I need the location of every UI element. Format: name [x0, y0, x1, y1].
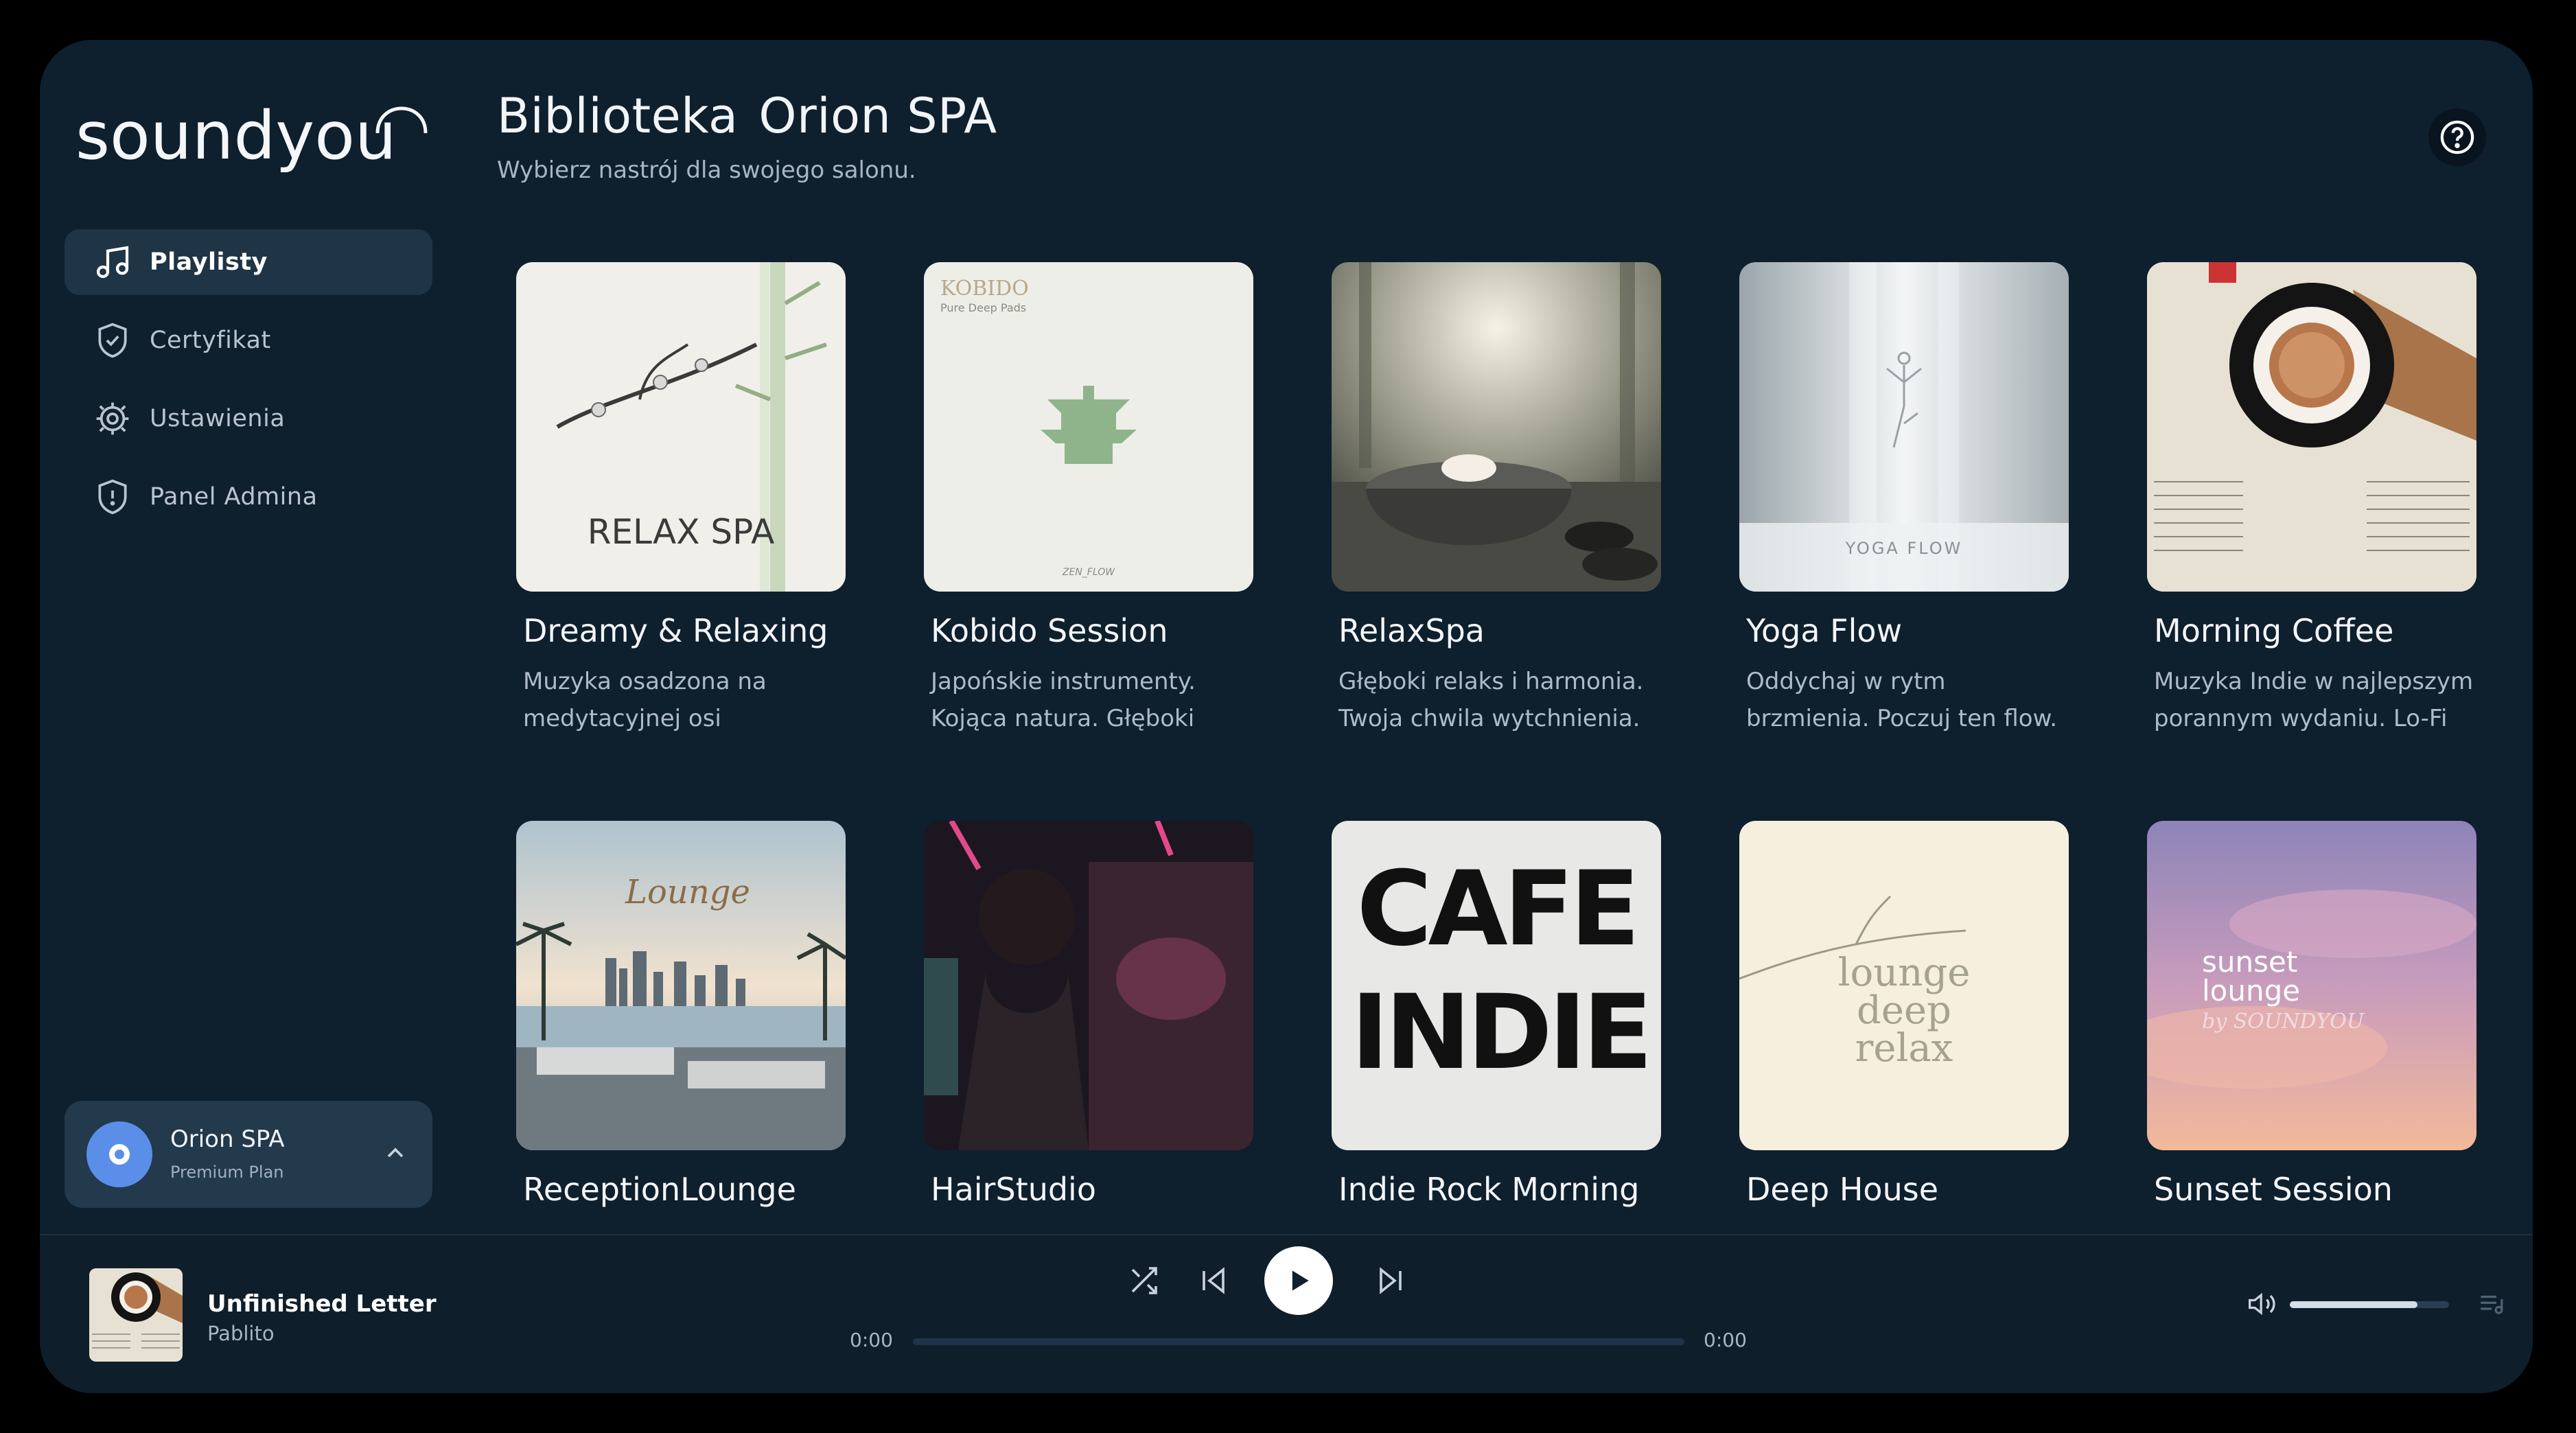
- previous-button[interactable]: [1192, 1259, 1235, 1303]
- cover-text: YOGA FLOW: [1845, 539, 1963, 558]
- playlist-title: Yoga Flow: [1746, 612, 1903, 649]
- playlist-title: Indie Rock Morning: [1338, 1171, 1640, 1208]
- playlist-cover: [924, 821, 1253, 1150]
- volume-fill: [2290, 1301, 2417, 1308]
- playlist-description: Muzyka osadzona na medytacyjnej osi: [523, 668, 767, 732]
- playlist-title: Kobido Session: [931, 612, 1168, 649]
- time-total: 0:00: [1704, 1329, 1747, 1351]
- playlist-cover: KOBIDO Pure Deep Pads ZEN_FLOW: [924, 262, 1253, 592]
- now-playing-title: Unfinished Letter: [207, 1290, 437, 1318]
- skip-back-icon: [1203, 1267, 1225, 1294]
- cover-subtext: Pure Deep Pads: [940, 301, 1026, 314]
- cover-text: by SOUNDYOU: [2202, 1010, 2365, 1034]
- cover-text: INDIE: [1351, 973, 1649, 1093]
- progress-bar[interactable]: [913, 1338, 1684, 1345]
- playlist-description: Japońskie instrumenty. Kojąca natura. Gł…: [931, 668, 1196, 732]
- cover-footer: ZEN_FLOW: [1062, 567, 1115, 578]
- playlist-title: RelaxSpa: [1338, 612, 1485, 649]
- playlist-description: Muzyka Indie w najlepszym porannym wydan…: [2154, 668, 2474, 732]
- playlist-cover: [1332, 262, 1661, 592]
- playlist-title: Deep House: [1746, 1171, 1938, 1208]
- now-playing-artist: Pablito: [207, 1322, 275, 1345]
- playlist-cover: lounge deep relax: [1739, 821, 2069, 1150]
- queue-icon: [2481, 1295, 2503, 1314]
- time-current: 0:00: [850, 1329, 893, 1351]
- playlist-title: Dreamy & Relaxing: [523, 612, 828, 649]
- playlist-card-relaxspa[interactable]: RelaxSpa Głęboki relaks i harmonia. Twoj…: [1332, 262, 1661, 737]
- playlist-title: HairStudio: [931, 1171, 1096, 1208]
- play-button[interactable]: [1264, 1246, 1333, 1315]
- queue-button[interactable]: [2474, 1286, 2509, 1322]
- playlist-card-hairstudio[interactable]: HairStudio: [924, 821, 1253, 1208]
- playlist-cover: RELAX SPA: [516, 262, 846, 592]
- volume-icon: [2249, 1292, 2275, 1316]
- playlist-description: Głęboki relaks i harmonia. Twoja chwila …: [1338, 668, 1644, 732]
- playlist-card-indie-rock-morning[interactable]: CAFE INDIE Indie Rock Morning: [1332, 821, 1661, 1208]
- cover-text: Lounge: [625, 873, 750, 911]
- playlist-card-sunset-session[interactable]: sunset lounge by SOUNDYOU Sunset Session: [2147, 821, 2476, 1208]
- playlist-cover: Lounge: [516, 821, 846, 1150]
- playlist-cover: CAFE INDIE: [1332, 821, 1661, 1150]
- playlist-grid: RELAX SPA Dreamy & Relaxing Muzyka osadz…: [40, 40, 2533, 1234]
- skip-forward-icon: [1380, 1267, 1402, 1294]
- playlist-cover: sunset lounge by SOUNDYOU: [2147, 821, 2476, 1150]
- volume-button[interactable]: [2242, 1283, 2283, 1325]
- now-playing-cover: [89, 1268, 183, 1362]
- playlist-card-yoga-flow[interactable]: YOGA FLOW Yoga Flow Oddychaj w rytm brzm…: [1739, 262, 2069, 737]
- shuffle-button[interactable]: [1122, 1259, 1165, 1303]
- playlist-card-dreamy-relaxing[interactable]: RELAX SPA Dreamy & Relaxing Muzyka osadz…: [516, 262, 846, 737]
- cover-text: lounge: [2202, 974, 2300, 1007]
- playlist-title: Morning Coffee: [2154, 612, 2394, 649]
- cover-text: CAFE: [1356, 850, 1636, 969]
- volume-slider[interactable]: [2290, 1301, 2449, 1308]
- playlist-card-receptionlounge[interactable]: Lounge ReceptionLounge: [516, 821, 846, 1208]
- playlist-title: Sunset Session: [2154, 1171, 2393, 1208]
- cover-text: relax: [1855, 1026, 1953, 1071]
- playlist-card-deep-house[interactable]: lounge deep relax Deep House: [1739, 821, 2069, 1208]
- cover-text: KOBIDO: [940, 277, 1029, 301]
- player-bar: Unfinished Letter Pablito 0:00 0:00: [40, 1234, 2533, 1393]
- playlist-card-morning-coffee[interactable]: Morning Coffee Muzyka Indie w najlepszym…: [2147, 262, 2476, 737]
- playlist-card-kobido-session[interactable]: KOBIDO Pure Deep Pads ZEN_FLOW Kobido Se…: [924, 262, 1253, 737]
- shuffle-icon: [1131, 1267, 1157, 1294]
- app-screen: soundyou Playlisty Certyfikat Ustawienia: [40, 40, 2533, 1393]
- playlist-description: Oddychaj w rytm brzmienia. Poczuj ten fl…: [1746, 668, 2058, 732]
- playlist-cover: YOGA FLOW: [1739, 262, 2069, 592]
- device-frame: soundyou Playlisty Certyfikat Ustawienia: [0, 0, 2576, 1433]
- playlist-title: ReceptionLounge: [523, 1171, 796, 1208]
- next-button[interactable]: [1369, 1259, 1413, 1303]
- cover-text: RELAX SPA: [588, 512, 775, 552]
- play-icon: [1292, 1270, 1309, 1291]
- playlist-cover: [2147, 262, 2476, 592]
